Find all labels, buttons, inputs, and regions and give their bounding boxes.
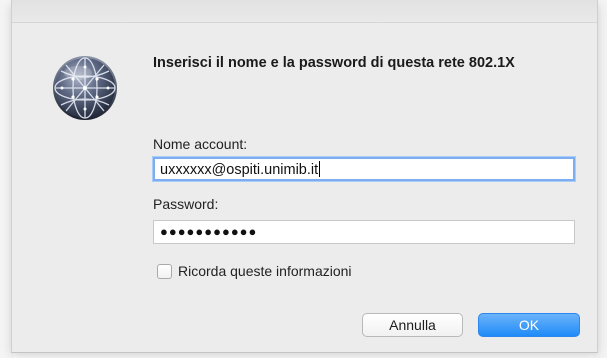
account-name-input[interactable]: uxxxxxx@ospiti.unimib.it (153, 157, 575, 181)
text-caret (319, 161, 321, 177)
network-login-dialog: Inserisci il nome e la password di quest… (11, 0, 598, 353)
password-input[interactable]: ●●●●●●●●●●● (153, 220, 575, 244)
cancel-button[interactable]: Annulla (362, 313, 463, 337)
password-label: Password: (153, 196, 219, 212)
account-label: Nome account: (153, 136, 248, 152)
network-globe-icon (53, 56, 117, 120)
remember-checkbox[interactable] (157, 264, 172, 279)
account-name-value: uxxxxxx@ospiti.unimib.it (160, 162, 319, 178)
remember-checkbox-label[interactable]: Ricorda queste informazioni (178, 263, 352, 279)
password-masked-value: ●●●●●●●●●●● (160, 224, 258, 239)
dialog-title: Inserisci il nome e la password di quest… (153, 55, 515, 71)
dialog-top-bar (12, 0, 597, 23)
ok-button[interactable]: OK (478, 313, 580, 337)
